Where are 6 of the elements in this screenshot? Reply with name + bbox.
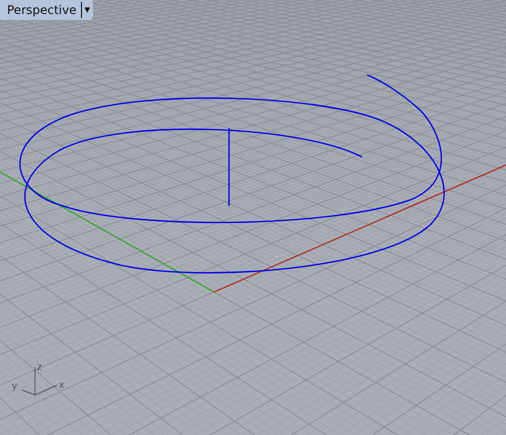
axis-label: x: [59, 380, 64, 391]
axis-label: y: [12, 381, 17, 392]
viewport-title-tab[interactable]: Perspective ▾: [0, 0, 94, 20]
viewport-menu-button[interactable]: ▾: [80, 2, 94, 18]
axis-label: z: [37, 362, 42, 373]
viewport-title: Perspective: [6, 2, 78, 19]
